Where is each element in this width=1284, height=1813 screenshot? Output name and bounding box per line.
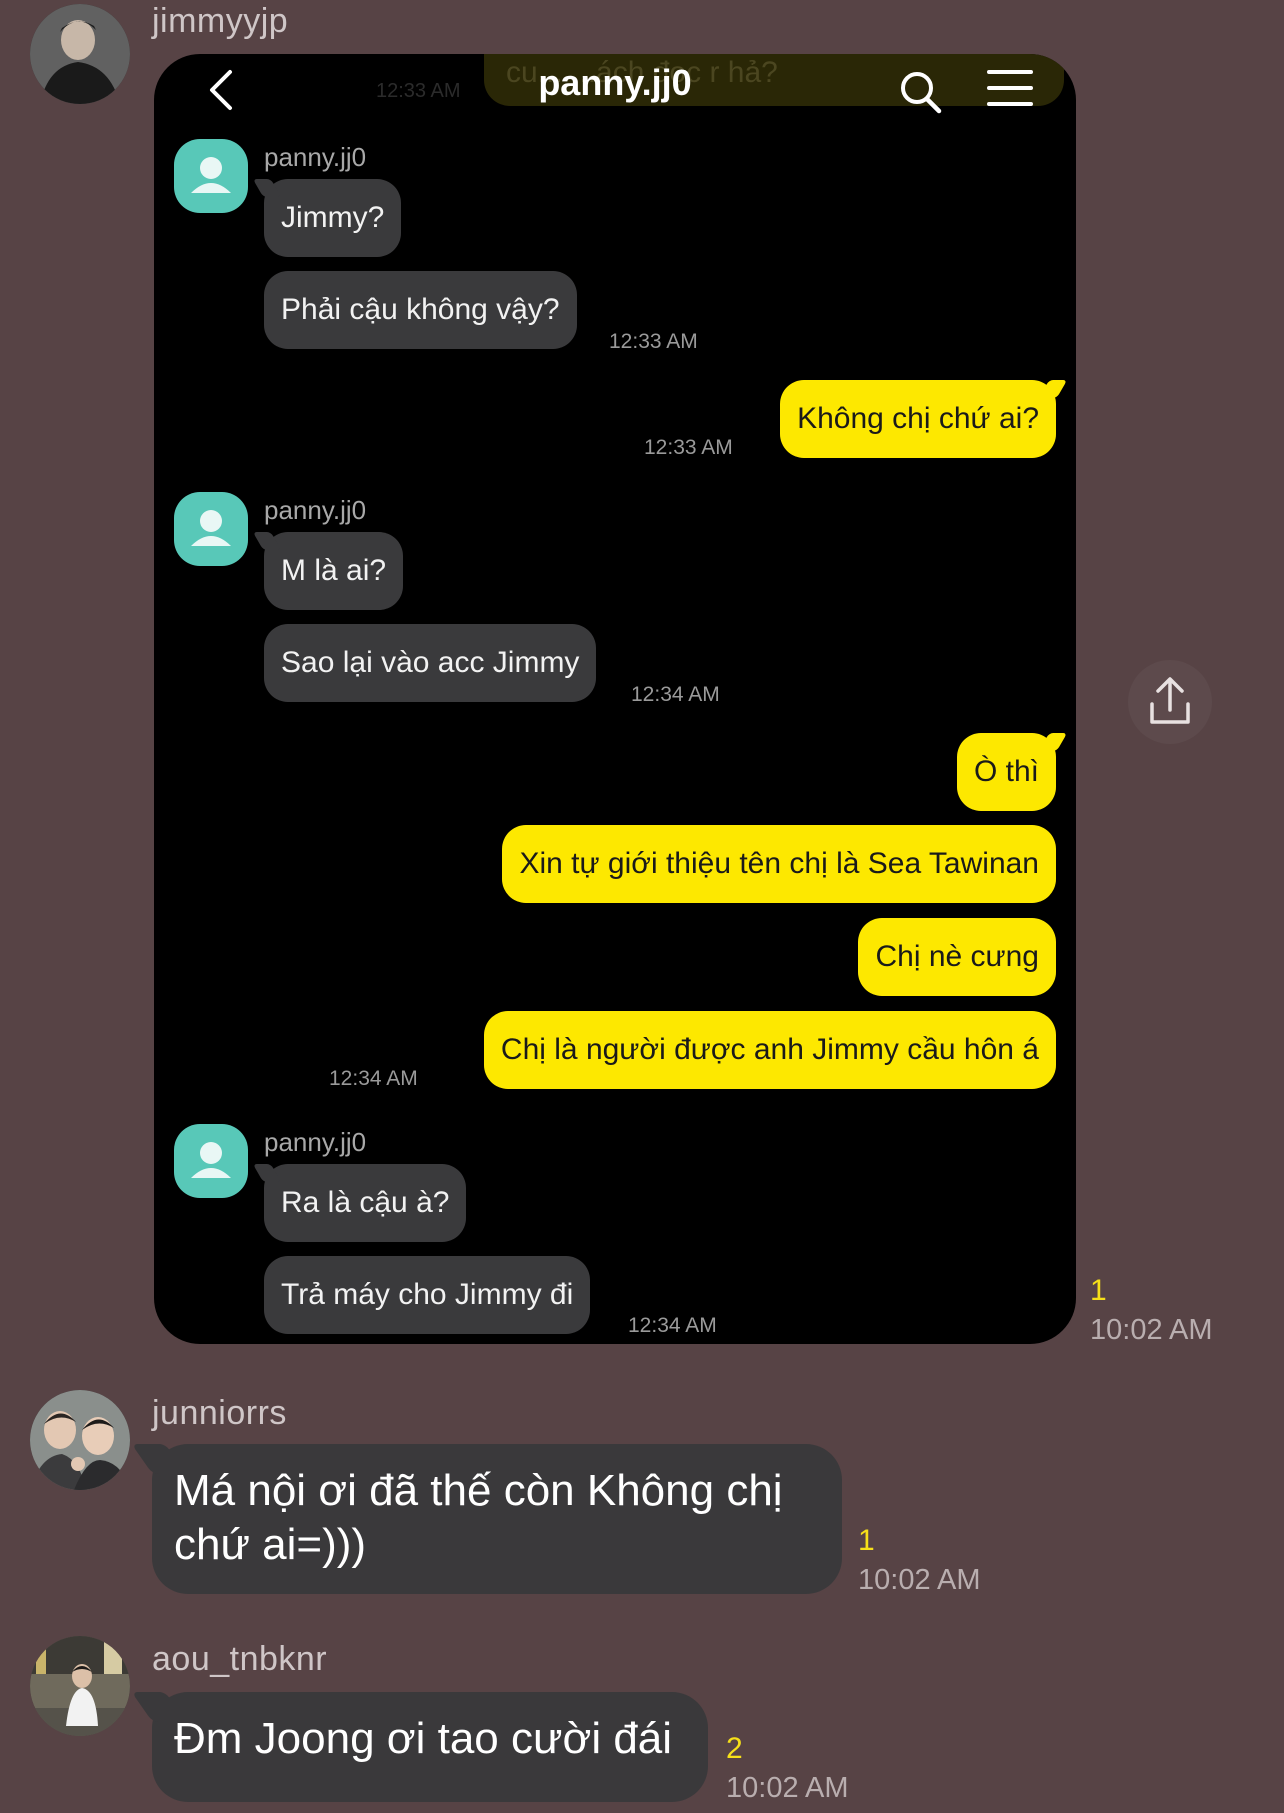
message-bubble[interactable]: Đm Joong ơi tao cười đái — [152, 1692, 708, 1802]
message-bubble[interactable]: Má nội ơi đã thế còn Không chị chứ ai=))… — [152, 1444, 842, 1594]
sender-name: junniorrs — [152, 1394, 287, 1432]
chat-sender-name: panny.jj0 — [264, 495, 367, 525]
profile-avatar — [174, 139, 248, 213]
chat-bubble-incoming: Phải cậu không vậy? — [264, 271, 577, 349]
read-count: 1 — [858, 1524, 875, 1557]
chat-bubble-incoming: Sao lại vào acc Jimmy — [264, 624, 597, 702]
hamburger-menu-icon — [986, 66, 1034, 110]
share-button[interactable] — [1128, 660, 1212, 744]
message-time: 10:02 AM — [858, 1564, 981, 1596]
chat-bubble-outgoing: Chị là người được anh Jimmy cầu hôn á — [483, 1011, 1056, 1089]
chat-timestamp: 12:33 AM — [644, 436, 733, 459]
avatar-junniorrs[interactable] — [30, 1390, 130, 1490]
chat-timestamp: 12:34 AM — [329, 1067, 418, 1090]
chat-sender-name: panny.jj0 — [264, 142, 367, 172]
profile-avatar — [174, 1124, 248, 1198]
chat-bubble-incoming: Jimmy? — [264, 179, 402, 257]
chat-bubble-outgoing: Không chị chứ ai? — [780, 380, 1056, 458]
profile-avatar — [174, 492, 248, 566]
chat-bubble-incoming: Ra là cậu à? — [264, 1164, 467, 1242]
read-count: 1 — [1090, 1274, 1107, 1307]
sender-name: jimmyyjp — [152, 2, 289, 40]
chat-timestamp: 12:34 AM — [631, 683, 720, 706]
chat-bubble-outgoing: Xin tự giới thiệu tên chị là Sea Tawinan — [502, 825, 1056, 903]
chat-bubble-outgoing: Ò thì — [956, 733, 1056, 811]
read-count: 2 — [726, 1732, 743, 1765]
chat-bubble-incoming: Trả máy cho Jimmy đi — [264, 1256, 591, 1334]
search-icon — [896, 64, 946, 116]
chat-timestamp: 12:34 AM — [628, 1314, 717, 1337]
avatar-jimmyyjp[interactable] — [30, 4, 130, 104]
chat-sender-name: panny.jj0 — [264, 1127, 367, 1157]
chat-timestamp: 12:33 AM — [609, 330, 698, 353]
chat-bubble-incoming: M là ai? — [264, 532, 404, 610]
avatar-aou-tnbknr[interactable] — [30, 1636, 130, 1736]
shared-screenshot[interactable]: cu... ...ách đọc r hả? 12:33 AM panny.jj… — [154, 54, 1076, 1344]
message-time: 10:02 AM — [1090, 1314, 1213, 1346]
chat-bubble-outgoing: Chị nè cưng — [858, 918, 1056, 996]
message-time: 10:02 AM — [726, 1772, 849, 1804]
sender-name: aou_tnbknr — [152, 1640, 328, 1678]
